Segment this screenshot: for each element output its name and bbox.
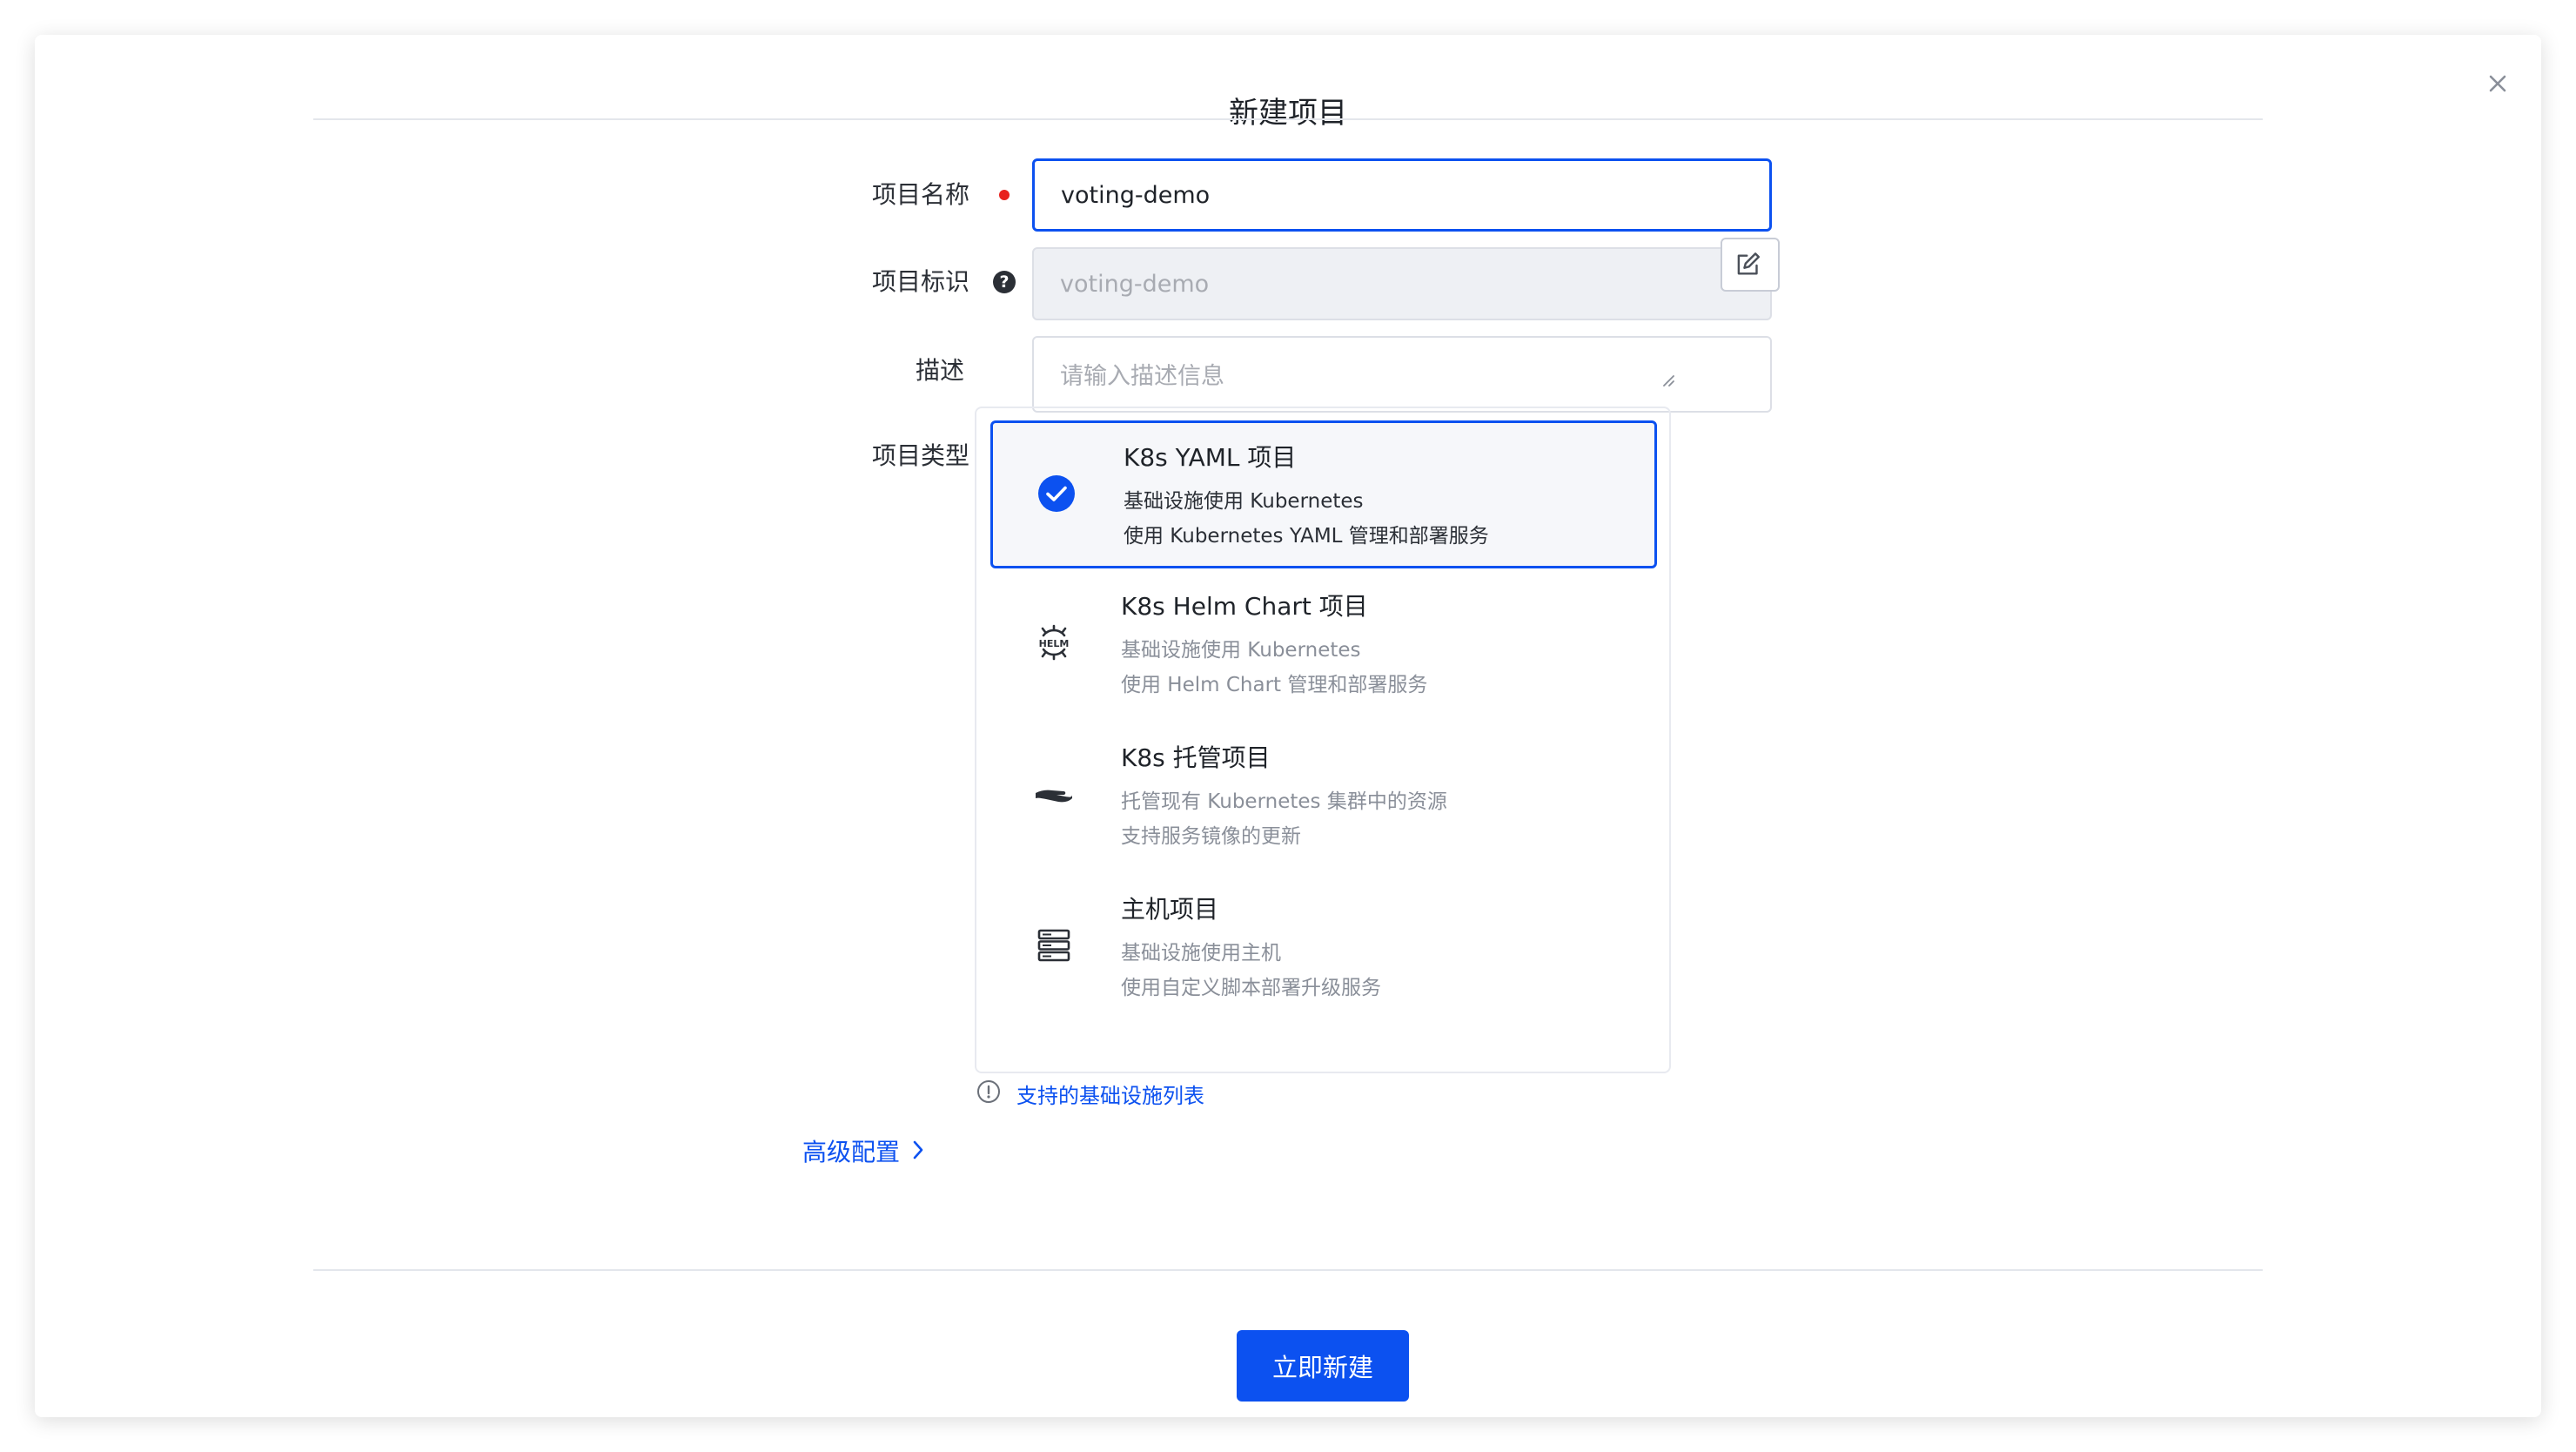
type-title: 主机项目 (1121, 895, 1219, 924)
hand-icon (1036, 790, 1072, 803)
project-name-input[interactable] (1032, 158, 1772, 232)
project-key-input (1032, 247, 1772, 320)
type-card-k8s-managed[interactable]: K8s 托管项目 托管现有 Kubernetes 集群中的资源 支持服务镜像的更… (990, 723, 1657, 871)
project-type-list: K8s YAML 项目 基础设施使用 Kubernetes 使用 Kuberne… (975, 407, 1671, 1073)
type-desc: 使用 Kubernetes YAML 管理和部署服务 (1124, 525, 1489, 548)
description-label: 描述 (916, 356, 965, 385)
description-textarea[interactable] (1032, 336, 1772, 413)
supported-infra-link[interactable]: 支持的基础设施列表 (1016, 1079, 1204, 1109)
new-project-dialog: 新建项目 项目名称 项目标识 ? 描述 项目类型 K8s YAML 项目 基础设… (35, 35, 2541, 1417)
type-desc: 使用自定义脚本部署升级服务 (1121, 977, 1381, 999)
create-now-button[interactable]: 立即新建 (1237, 1330, 1409, 1402)
type-desc: 托管现有 Kubernetes 集群中的资源 (1121, 790, 1447, 813)
check-circle-icon (1038, 475, 1075, 512)
type-desc: 基础设施使用 Kubernetes (1121, 639, 1361, 662)
footer-divider (313, 1269, 2263, 1271)
edit-icon (1737, 252, 1761, 275)
svg-text:HELM: HELM (1039, 638, 1070, 649)
type-card-k8s-yaml[interactable]: K8s YAML 项目 基础设施使用 Kubernetes 使用 Kuberne… (990, 420, 1657, 568)
project-name-label: 项目名称 (872, 180, 970, 209)
resize-grip[interactable] (1662, 374, 1674, 387)
header-divider (313, 118, 2263, 120)
required-indicator (999, 190, 1010, 200)
type-title: K8s Helm Chart 项目 (1121, 592, 1368, 621)
chevron-right-icon[interactable] (909, 1137, 928, 1163)
dialog-title: 新建项目 (1229, 96, 1347, 131)
info-icon (977, 1080, 1000, 1103)
helm-icon: HELM (1039, 624, 1070, 661)
server-icon (1037, 929, 1070, 962)
close-icon[interactable] (2479, 64, 2517, 103)
type-title: K8s 托管项目 (1121, 743, 1271, 772)
advanced-config-toggle[interactable]: 高级配置 (802, 1133, 900, 1168)
type-desc: 基础设施使用 Kubernetes (1124, 490, 1364, 513)
type-desc: 使用 Helm Chart 管理和部署服务 (1121, 674, 1428, 696)
edit-key-button[interactable] (1721, 238, 1780, 292)
project-key-label: 项目标识 (872, 267, 970, 296)
question-icon[interactable]: ? (993, 271, 1016, 293)
type-title: K8s YAML 项目 (1124, 443, 1297, 472)
type-card-helm-chart[interactable]: HELM K8s Helm Chart 项目 基础设施使用 Kubernetes… (990, 572, 1657, 720)
type-desc: 基础设施使用主机 (1121, 942, 1281, 965)
type-desc: 支持服务镜像的更新 (1121, 825, 1301, 848)
type-card-host[interactable]: 主机项目 基础设施使用主机 使用自定义脚本部署升级服务 (990, 875, 1657, 1023)
project-type-label: 项目类型 (872, 441, 970, 470)
